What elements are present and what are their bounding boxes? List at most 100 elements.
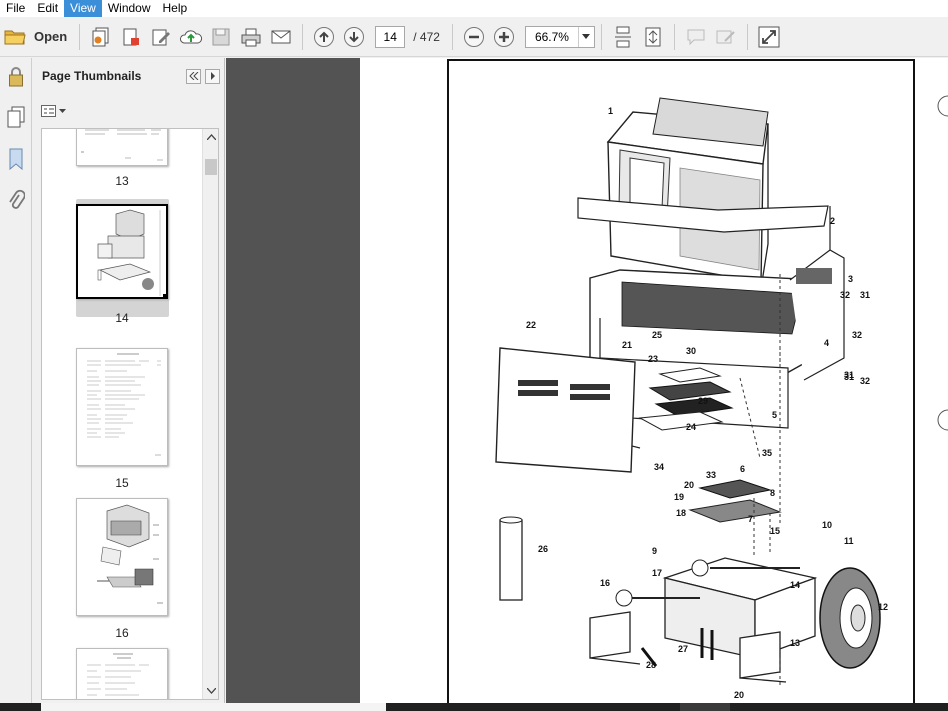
callout-16: 16 [600,578,610,588]
thumbnail-page-17[interactable] [76,648,168,699]
zoom-in-button[interactable] [489,22,519,52]
callout-9: 9 [652,546,657,556]
page-count: / 472 [413,30,440,44]
save-button[interactable] [206,22,236,52]
pages-icon [7,106,25,128]
open-button[interactable]: Open [0,22,73,52]
zoom-value[interactable] [525,26,578,47]
combine-files-icon [123,28,140,45]
thumbnail-options[interactable] [33,94,224,128]
security-button[interactable] [0,58,32,96]
edit-button[interactable] [146,22,176,52]
folder-icon [4,30,26,44]
menu-help[interactable]: Help [157,0,194,17]
thumbnail-page-16[interactable]: 16 [76,498,168,640]
navigation-rail [0,58,32,711]
thumbnail-page-15[interactable]: 15 [76,348,168,490]
callout-25: 25 [652,330,662,340]
callout-35: 35 [762,448,772,458]
zoom-select[interactable] [524,25,595,48]
menu-window[interactable]: Window [102,0,157,17]
envelope-icon [271,30,291,43]
create-pdf-icon [92,27,109,46]
menu-bar: File Edit View Window Help [0,0,948,17]
callout-12: 12 [878,602,888,612]
menu-edit[interactable]: Edit [31,0,64,17]
horizontal-scrollbar-track[interactable] [41,703,386,711]
combine-button[interactable] [116,22,146,52]
menu-view[interactable]: View [64,0,102,17]
chevron-right-icon [210,72,215,80]
full-screen-button[interactable] [754,22,784,52]
thumbnail-page-14[interactable]: 14 [76,204,168,325]
menu-file[interactable]: File [0,0,31,17]
panel-header: Page Thumbnails [33,58,224,94]
create-pdf-button[interactable] [86,22,116,52]
upload-button[interactable] [176,22,206,52]
print-button[interactable] [236,22,266,52]
cloud-upload-icon [180,29,203,43]
previous-page-button[interactable] [309,22,339,52]
page-thumbnails-button[interactable] [0,96,32,138]
page-number-input[interactable] [375,25,406,48]
bookmarks-button[interactable] [0,138,32,180]
callout-10: 10 [822,520,832,530]
callout-20: 20 [684,480,694,490]
open-label: Open [34,29,68,44]
scroll-mode-icon [614,26,631,47]
scrolling-mode-button[interactable] [608,22,638,52]
callout-5: 5 [772,410,777,420]
thumbnail-label: 16 [115,626,129,640]
scroll-thumb[interactable] [205,159,217,175]
lock-icon [9,67,23,87]
options-menu-icon [41,105,66,117]
toolbar: Open 14 / 472 66.7% [0,17,948,57]
callout-31: 31 [860,290,870,300]
resize-handle[interactable] [163,294,166,297]
thumbnail-list[interactable]: 13 14 15 16 [41,128,219,700]
thumbnail-scrollbar[interactable] [202,129,218,699]
toolbar-separator [673,23,675,50]
chevron-down-icon[interactable] [577,26,594,47]
scroll-down-arrow[interactable] [203,683,218,699]
thumbnail-image [76,498,168,616]
expand-panel-button[interactable] [205,68,220,84]
callout-34: 34 [654,462,664,472]
callout-31: 31 [844,372,854,382]
attachments-button[interactable] [0,180,32,222]
scroll-up-arrow[interactable] [203,129,218,145]
next-page-button[interactable] [339,22,369,52]
horizontal-scrollbar-thumb[interactable] [680,703,730,711]
thumbnail-image [76,204,168,299]
document-view[interactable]: 1 2 3 4 5 6 7 8 9 10 11 12 13 14 15 16 17 18 19 20 21 22 23 24 2… [226,58,948,711]
fit-page-button[interactable] [638,22,668,52]
email-button[interactable] [266,22,296,52]
thumbnail-page-13[interactable]: 13 [76,129,168,188]
toolbar-separator [600,23,602,50]
callout-15: 15 [770,526,780,536]
callout-20: 20 [734,690,744,700]
bookmark-icon [9,148,23,171]
callout-7: 7 [748,514,753,524]
toolbar-separator [451,23,453,50]
toolbar-separator [746,23,748,50]
save-icon [212,28,230,45]
callout-11: 11 [844,536,854,546]
callout-13: 13 [790,638,800,648]
double-chevron-left-icon [188,72,198,80]
collapse-panel-button[interactable] [186,68,201,84]
arrow-up-circle-icon [314,26,335,47]
comment-button[interactable] [681,22,711,52]
callout-19: 19 [674,492,684,502]
callout-24: 24 [686,422,696,432]
callout-23: 23 [648,354,658,364]
thumbnail-image [76,648,168,699]
zoom-out-button[interactable] [459,22,489,52]
callout-29: 29 [698,396,708,406]
thumbnail-image [76,129,168,166]
thumbnail-label: 14 [115,311,129,325]
thumbnail-label: 13 [115,174,129,188]
sign-button[interactable] [711,22,741,52]
callout-28: 28 [646,660,656,670]
page-separator: / [413,29,417,44]
